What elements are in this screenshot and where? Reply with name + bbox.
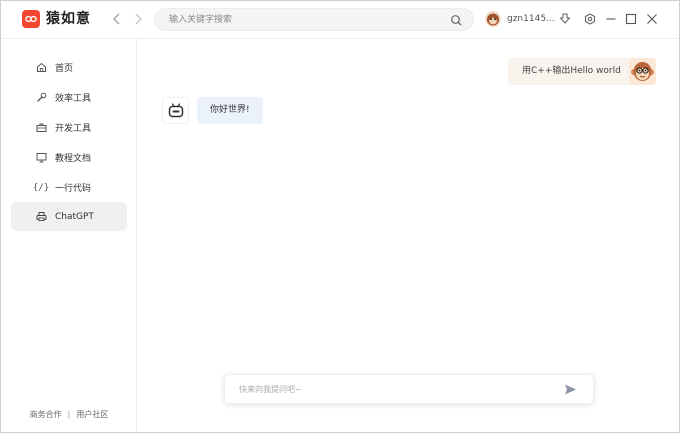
sidebar-item-label: 开发工具 xyxy=(55,124,92,134)
username[interactable]: gzn1145... xyxy=(507,13,555,25)
app-window: 猿如意 gzn11 xyxy=(0,0,680,433)
sidebar-item-label: ChatGPT xyxy=(55,211,94,222)
sidebar-item-efficiency-tools[interactable]: 效率工具 xyxy=(11,83,127,112)
user-community-link[interactable]: 用户社区 xyxy=(76,410,108,419)
forward-button[interactable] xyxy=(130,11,146,27)
search-icon[interactable] xyxy=(450,14,462,26)
title-bar: 猿如意 gzn11 xyxy=(1,1,679,39)
logo-icon xyxy=(25,15,37,23)
search-input[interactable] xyxy=(169,12,439,28)
monitor-icon xyxy=(35,152,47,164)
user-message-bubble: 用C++输出Hello world xyxy=(508,58,635,85)
code-icon: {/} xyxy=(32,182,50,193)
settings-button[interactable] xyxy=(582,11,598,27)
sidebar: 首页 效率工具 开发工具 教程文档 {/} 一行代码 ChatGPT 商务合作 … xyxy=(1,39,137,432)
close-icon xyxy=(647,14,657,24)
chevron-right-icon xyxy=(135,13,142,25)
wrench-icon xyxy=(35,92,47,104)
sidebar-footer: 商务合作 | 用户社区 xyxy=(1,409,137,420)
monkey-avatar-icon xyxy=(485,11,501,27)
app-logo xyxy=(22,10,40,28)
sidebar-item-tutorials[interactable]: 教程文档 xyxy=(11,143,127,172)
sidebar-item-chatgpt[interactable]: ChatGPT xyxy=(11,202,127,231)
chevron-left-icon xyxy=(113,13,120,25)
monkey-avatar-icon xyxy=(629,58,656,85)
chat-input[interactable] xyxy=(239,382,539,397)
business-cooperation-link[interactable]: 商务合作 xyxy=(30,410,62,419)
robot-icon xyxy=(168,102,183,117)
send-icon[interactable] xyxy=(564,383,577,396)
sidebar-item-label: 首页 xyxy=(55,64,74,74)
maximize-button[interactable] xyxy=(623,11,639,27)
chat-input-box xyxy=(224,374,594,404)
sidebar-item-one-line-code[interactable]: {/} 一行代码 xyxy=(11,173,127,202)
minimize-button[interactable] xyxy=(603,11,619,27)
sidebar-item-dev-tools[interactable]: 开发工具 xyxy=(11,113,127,142)
sidebar-item-label: 一行代码 xyxy=(55,184,92,194)
sidebar-item-label: 教程文档 xyxy=(55,154,92,164)
footer-separator: | xyxy=(67,410,71,419)
settings-icon xyxy=(584,13,596,25)
download-icon xyxy=(559,13,571,24)
bot-message-bubble: 你好世界! xyxy=(197,97,263,124)
user-avatar[interactable] xyxy=(485,11,501,27)
minimize-icon xyxy=(606,18,616,20)
sidebar-item-home[interactable]: 首页 xyxy=(11,53,127,82)
toolbox-icon xyxy=(35,122,47,134)
printer-icon xyxy=(35,211,47,223)
bot-message-avatar xyxy=(162,97,189,124)
search-bar xyxy=(154,8,474,31)
download-button[interactable] xyxy=(557,11,573,27)
app-title: 猿如意 xyxy=(46,11,91,27)
back-button[interactable] xyxy=(109,11,125,27)
home-icon xyxy=(35,62,47,74)
user-message-avatar xyxy=(629,58,656,85)
close-button[interactable] xyxy=(644,11,660,27)
sidebar-item-label: 效率工具 xyxy=(55,94,92,104)
maximize-icon xyxy=(625,13,637,25)
